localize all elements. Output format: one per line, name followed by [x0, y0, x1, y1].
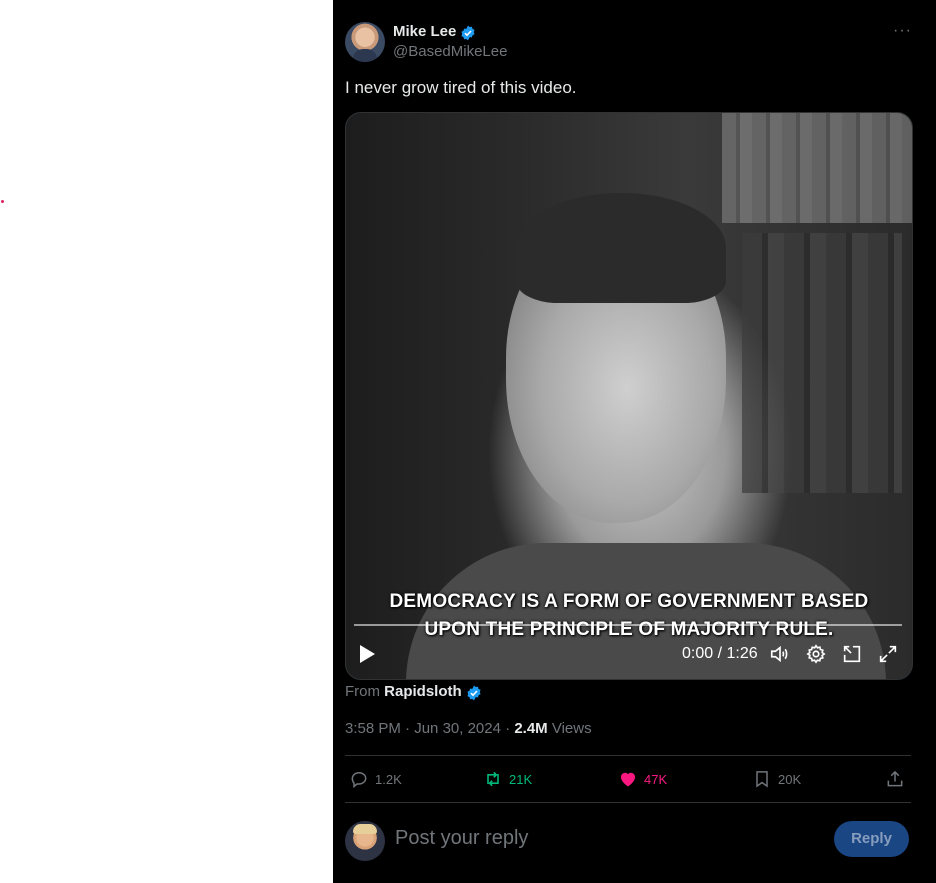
video-source-attribution: From Rapidsloth: [345, 683, 462, 700]
reply-input[interactable]: Post your reply: [395, 827, 528, 850]
views-label: Views: [551, 720, 592, 737]
author-avatar[interactable]: [345, 22, 385, 62]
video-caption-line-2: UPON THE PRINCIPLE OF MAJORITY RULE.: [424, 619, 834, 640]
video-caption-line-1: DEMOCRACY IS A FORM OF GOVERNMENT BASED: [389, 591, 869, 612]
more-options-icon[interactable]: ···: [893, 22, 912, 40]
heart-icon: [620, 772, 636, 787]
author-name[interactable]: Mike Lee: [393, 23, 456, 40]
views-count: 2.4M: [514, 720, 548, 737]
repost-action-button[interactable]: 21K: [483, 768, 532, 790]
tweet-panel: Mike Lee @BasedMikeLee ··· I never grow …: [333, 0, 936, 883]
picture-in-picture-icon[interactable]: [841, 643, 863, 665]
like-count: 47K: [644, 771, 668, 787]
settings-gear-icon[interactable]: [805, 643, 827, 665]
tweet-date[interactable]: Jun 30, 2024: [414, 720, 501, 737]
like-action-button[interactable]: 47K: [618, 768, 667, 790]
video-frame-bookshelf: [722, 113, 912, 223]
divider: [345, 802, 911, 803]
divider: [345, 755, 911, 756]
bookmark-count: 20K: [778, 771, 802, 787]
video-frame-hair: [516, 193, 726, 303]
volume-icon[interactable]: [769, 643, 791, 665]
repost-count: 21K: [509, 771, 533, 787]
fullscreen-icon[interactable]: [877, 643, 899, 665]
reply-count: 1.2K: [375, 771, 402, 787]
current-user-avatar[interactable]: [345, 821, 385, 861]
play-icon[interactable]: [360, 645, 375, 663]
video-controls: 0:00 / 1:26: [346, 639, 912, 669]
reply-action-button[interactable]: 1.2K: [349, 768, 402, 790]
video-frame-books: [742, 233, 902, 493]
bookmark-icon: [756, 771, 768, 788]
reply-submit-button[interactable]: Reply: [834, 821, 909, 857]
video-progress-bar[interactable]: [354, 624, 902, 626]
red-dot-marker: [1, 200, 4, 203]
video-time: 0:00 / 1:26: [682, 645, 758, 662]
reply-icon: [351, 771, 367, 789]
share-action-button[interactable]: [885, 768, 911, 790]
source-verified-badge-icon: [467, 685, 481, 701]
from-label: From: [345, 683, 380, 700]
tweet-time[interactable]: 3:58 PM: [345, 720, 401, 737]
source-account-name[interactable]: Rapidsloth: [384, 683, 462, 700]
meta-separator: ·: [500, 720, 515, 737]
author-handle[interactable]: @BasedMikeLee: [393, 43, 507, 60]
meta-separator: ·: [400, 720, 415, 737]
share-icon: [887, 770, 903, 787]
tweet-text: I never grow tired of this video.: [345, 78, 577, 97]
bookmark-action-button[interactable]: 20K: [752, 768, 801, 790]
repost-icon: [487, 771, 499, 787]
verified-badge-icon: [461, 25, 475, 41]
tweet-metadata: 3:58 PM · Jun 30, 2024 · 2.4M Views: [345, 720, 592, 737]
video-player[interactable]: DEMOCRACY IS A FORM OF GOVERNMENT BASED …: [345, 112, 913, 680]
